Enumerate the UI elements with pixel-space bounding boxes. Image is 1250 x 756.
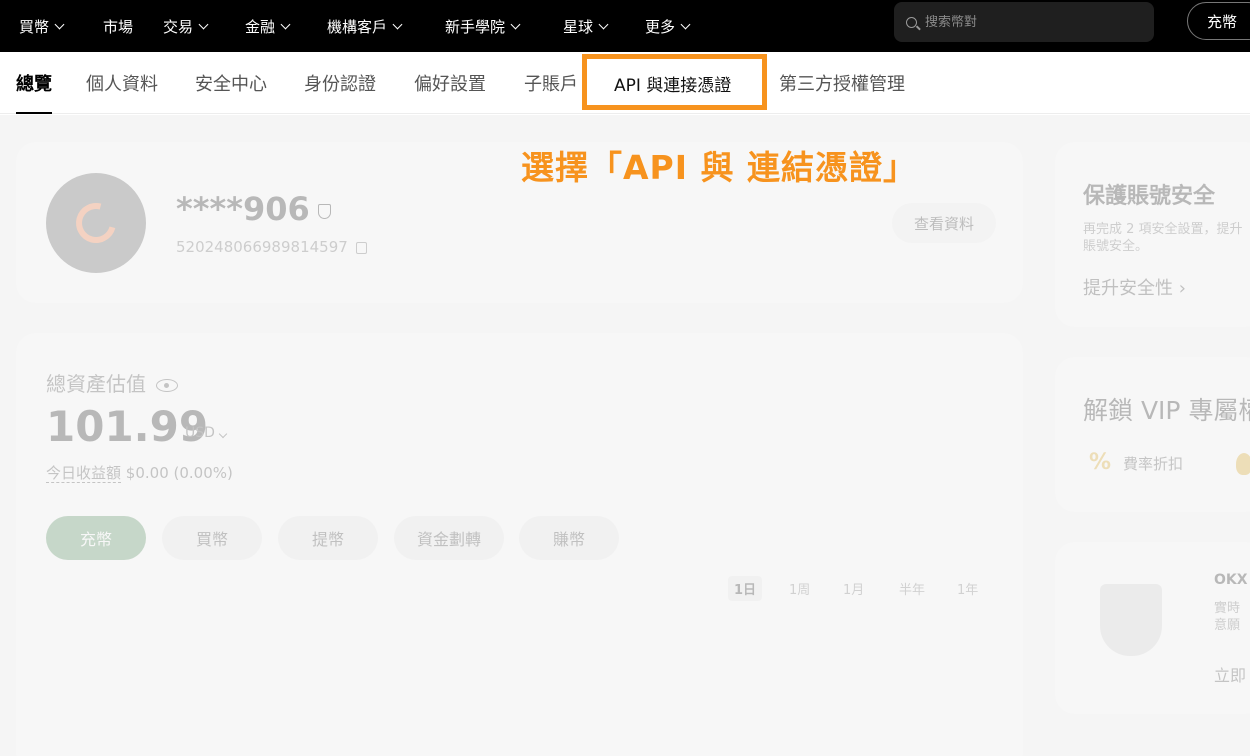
- search-box[interactable]: [894, 2, 1154, 42]
- nav-buy-crypto[interactable]: 買幣: [19, 0, 65, 52]
- period-6m[interactable]: 半年: [893, 576, 931, 601]
- transfer-action-button[interactable]: 資金劃轉: [394, 516, 504, 560]
- chevron-down-icon: [280, 19, 291, 29]
- search-input[interactable]: [925, 14, 1125, 30]
- currency-text: USD: [185, 425, 215, 441]
- period-1d[interactable]: 1日: [728, 576, 763, 601]
- nav-more[interactable]: 更多: [645, 0, 691, 52]
- security-desc: 再完成 2 項安全設置，提升賬號安全。: [1083, 222, 1243, 254]
- uid-text: 520248066989814597: [176, 238, 348, 256]
- vip-fee-discount[interactable]: % 費率折扣: [1089, 450, 1183, 475]
- nav-label: 交易: [163, 17, 194, 36]
- nav-label: 市場: [103, 17, 134, 36]
- deposit-button[interactable]: 充幣: [1187, 2, 1250, 40]
- user-uid: 520248066989814597: [176, 238, 367, 256]
- nav-label: 買幣: [19, 17, 50, 36]
- pnl-value: $0.00 (0.00%): [125, 464, 233, 482]
- promo-line-1: 實時: [1214, 601, 1241, 616]
- nav-finance[interactable]: 金融: [245, 0, 291, 52]
- avatar[interactable]: [46, 173, 146, 273]
- promo-line-2: 意願: [1214, 618, 1241, 633]
- search-icon: [906, 16, 917, 28]
- currency-select[interactable]: USD: [185, 425, 228, 441]
- total-assets-text: 總資產估值: [46, 372, 146, 396]
- chevron-down-icon: [510, 19, 521, 29]
- deposit-action-button[interactable]: 充幣: [46, 516, 146, 560]
- period-1w[interactable]: 1周: [783, 576, 816, 601]
- eye-icon[interactable]: [156, 379, 178, 392]
- vip-card: [1055, 357, 1250, 512]
- period-1y[interactable]: 1年: [951, 576, 984, 601]
- nav-planet[interactable]: 星球: [563, 0, 609, 52]
- chevron-right-icon: ›: [1178, 278, 1186, 299]
- withdraw-action-button[interactable]: 提幣: [278, 516, 378, 560]
- promo-text: 實時 意願: [1214, 600, 1240, 634]
- nav-markets[interactable]: 市場: [103, 0, 133, 52]
- chevron-down-icon: [392, 19, 403, 29]
- earn-action-button[interactable]: 賺幣: [519, 516, 619, 560]
- copy-icon[interactable]: [355, 241, 367, 254]
- chevron-down-icon: [218, 429, 228, 439]
- nav-label: 新手學院: [445, 17, 506, 36]
- vip-fee-discount-text: 費率折扣: [1123, 455, 1184, 473]
- pnl-label: 今日收益額: [46, 464, 122, 483]
- buy-action-button[interactable]: 買幣: [162, 516, 262, 560]
- promo-link[interactable]: 立即: [1214, 662, 1246, 686]
- vip-title: 解鎖 VIP 專屬權益: [1083, 396, 1250, 425]
- security-title: 保護賬號安全: [1083, 184, 1216, 209]
- tab-third-party-auth[interactable]: 第三方授權管理: [779, 70, 905, 96]
- user-name: ****906: [176, 190, 331, 228]
- top-nav: 買幣 市場 交易 金融 機構客戶 新手學院 星球 更多 充幣: [0, 0, 1250, 52]
- page: 買幣 市場 交易 金融 機構客戶 新手學院 星球 更多 充幣 總覽 個人資料 安…: [0, 0, 1250, 756]
- improve-security-text: 提升安全性: [1083, 278, 1173, 299]
- nav-label: 更多: [645, 17, 676, 36]
- nav-trade[interactable]: 交易: [163, 0, 209, 52]
- total-assets-value: 101.99: [46, 402, 209, 451]
- shield-icon: [1100, 584, 1162, 656]
- tab-preferences[interactable]: 偏好設置: [414, 70, 486, 96]
- period-1m[interactable]: 1月: [837, 576, 870, 601]
- user-name-text: ****906: [176, 190, 310, 228]
- promo-title: OKX: [1214, 572, 1248, 588]
- nav-learn[interactable]: 新手學院: [445, 0, 521, 52]
- avatar-logo-icon: [68, 195, 124, 251]
- today-pnl: 今日收益額 $0.00 (0.00%): [46, 462, 233, 483]
- tab-security[interactable]: 安全中心: [195, 70, 267, 96]
- chevron-down-icon: [198, 19, 209, 29]
- total-assets-label: 總資產估值: [46, 368, 178, 397]
- tab-verification[interactable]: 身份認證: [304, 70, 376, 96]
- chevron-down-icon: [598, 19, 609, 29]
- improve-security-link[interactable]: 提升安全性 ›: [1083, 274, 1186, 300]
- chevron-down-icon: [54, 19, 65, 29]
- tab-overview[interactable]: 總覽: [16, 70, 52, 114]
- nav-label: 星球: [563, 17, 594, 36]
- vip-benefit-icon: [1236, 453, 1250, 475]
- tab-profile[interactable]: 個人資料: [86, 70, 158, 96]
- nav-label: 機構客戶: [327, 17, 388, 36]
- tab-api[interactable]: API 與連接憑證: [614, 71, 731, 96]
- nav-label: 金融: [245, 17, 276, 36]
- verified-shield-icon: [317, 203, 331, 219]
- nav-institutional[interactable]: 機構客戶: [327, 0, 403, 52]
- tab-subaccounts[interactable]: 子賬戶: [524, 70, 578, 96]
- instruction-annotation: 選擇「API 與 連結憑證」: [521, 148, 917, 187]
- chevron-down-icon: [680, 19, 691, 29]
- percent-icon: %: [1089, 450, 1112, 475]
- view-profile-button[interactable]: 查看資料: [892, 203, 996, 243]
